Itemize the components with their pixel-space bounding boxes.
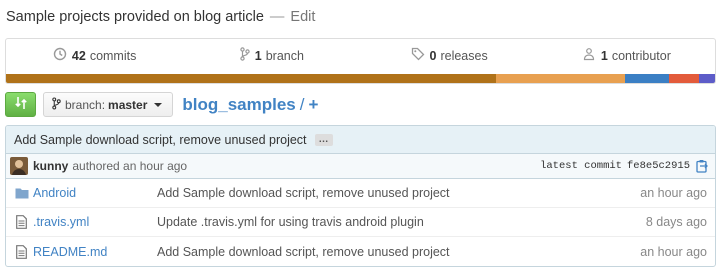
file-row[interactable]: Android Add Sample download script, remo… xyxy=(6,179,715,208)
releases-stat[interactable]: 0 releases xyxy=(361,47,538,64)
repo-description: Sample projects provided on blog article… xyxy=(6,7,315,27)
tag-icon xyxy=(411,47,430,64)
clipboard-icon[interactable] xyxy=(696,159,709,173)
file-name-link[interactable]: Android xyxy=(33,186,157,200)
branches-label: branch xyxy=(265,48,304,63)
commit-author[interactable]: kunny xyxy=(33,159,68,173)
repo-summary: 42 commits 1 branch 0 releases 1 contrib… xyxy=(5,38,716,84)
repo-description-text: Sample projects provided on blog article xyxy=(6,9,264,25)
commit-sha-link[interactable]: fe8e5c2915 xyxy=(627,160,690,172)
file-row[interactable]: .travis.yml Update .travis.yml for using… xyxy=(6,208,715,237)
compare-icon xyxy=(14,96,28,113)
edit-description-link[interactable]: Edit xyxy=(290,9,315,25)
commits-label: commits xyxy=(89,48,137,63)
history-icon xyxy=(53,47,72,64)
language-bar[interactable] xyxy=(6,74,715,83)
commits-stat[interactable]: 42 commits xyxy=(6,47,183,64)
new-file-link[interactable]: + xyxy=(309,95,319,115)
file-icon xyxy=(6,244,33,259)
description-separator: — xyxy=(269,9,285,25)
branch-label: branch: xyxy=(65,97,106,112)
file-age: 8 days ago xyxy=(645,215,707,229)
organization-icon xyxy=(582,47,601,64)
contributors-count: 1 xyxy=(600,48,608,63)
compare-button[interactable] xyxy=(5,92,36,117)
file-commit-message[interactable]: Add Sample download script, remove unuse… xyxy=(157,245,625,259)
language-segment xyxy=(495,74,625,83)
contributors-label: contributor xyxy=(611,48,671,63)
commit-title-bar: Add Sample download script, remove unuse… xyxy=(6,126,715,154)
language-segment xyxy=(624,74,669,83)
expand-commit-button[interactable]: … xyxy=(314,133,333,146)
numbers-summary: 42 commits 1 branch 0 releases 1 contrib… xyxy=(6,39,715,72)
repo-root-link[interactable]: blog_samples xyxy=(182,95,295,115)
breadcrumb: blog_samples / + xyxy=(182,95,318,115)
file-age: an hour ago xyxy=(640,244,707,259)
language-segment xyxy=(699,74,715,83)
avatar[interactable] xyxy=(10,157,28,175)
contributors-stat[interactable]: 1 contributor xyxy=(538,47,715,64)
branch-icon xyxy=(240,47,255,64)
commits-count: 42 xyxy=(71,48,86,63)
language-segment xyxy=(6,74,496,83)
file-commit-message[interactable]: Update .travis.yml for using travis andr… xyxy=(157,215,625,229)
branches-count: 1 xyxy=(254,48,262,63)
file-name-link[interactable]: .travis.yml xyxy=(33,215,157,229)
path-separator: / xyxy=(299,94,305,114)
language-segment xyxy=(668,74,700,83)
file-name-link[interactable]: README.md xyxy=(33,245,157,259)
file-navigation: branch: master blog_samples / + xyxy=(5,92,716,117)
commit-message[interactable]: Add Sample download script, remove unuse… xyxy=(14,133,307,147)
releases-count: 0 xyxy=(429,48,437,63)
file-age: an hour ago xyxy=(640,186,707,200)
branch-value: master xyxy=(108,97,148,112)
file-commit-message[interactable]: Add Sample download script, remove unuse… xyxy=(157,186,625,200)
commit-meta: kunny authored an hour ago latest commit… xyxy=(6,154,715,179)
latest-commit-label: latest commit xyxy=(540,160,622,172)
chevron-down-icon xyxy=(154,102,163,107)
branch-select-menu[interactable]: branch: master xyxy=(43,92,174,117)
branch-icon xyxy=(52,96,61,113)
commit-time: authored an hour ago xyxy=(72,159,188,173)
file-row[interactable]: README.md Add Sample download script, re… xyxy=(6,237,715,266)
branches-stat[interactable]: 1 branch xyxy=(183,47,360,64)
file-listing: Add Sample download script, remove unuse… xyxy=(5,125,716,267)
folder-icon xyxy=(6,187,33,199)
releases-label: releases xyxy=(440,48,488,63)
file-icon xyxy=(6,215,33,229)
